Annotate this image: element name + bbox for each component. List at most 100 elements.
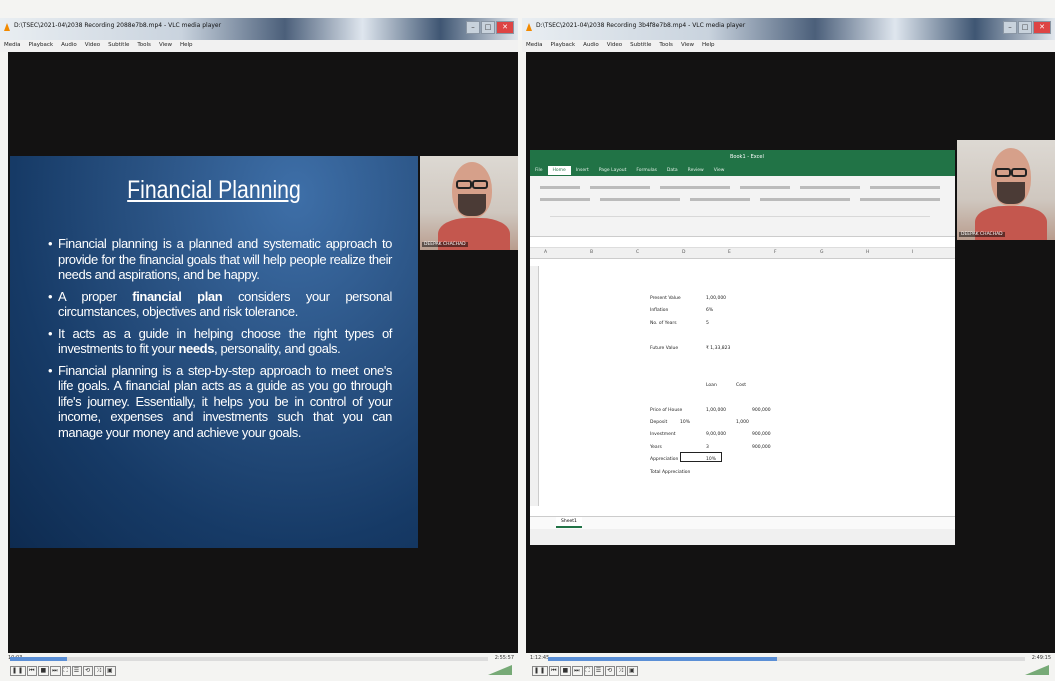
excel-tab-review[interactable]: Review — [683, 166, 709, 175]
excel-cell[interactable]: 10% — [706, 457, 716, 462]
right-seek-bar[interactable] — [548, 657, 1025, 661]
right-window-controls: – □ ✕ — [1003, 21, 1051, 34]
bullet-bold-text: needs — [178, 341, 215, 356]
volume-icon[interactable] — [488, 665, 512, 675]
excel-formula-bar[interactable] — [530, 237, 955, 248]
excel-cell[interactable]: Present Value — [650, 296, 681, 301]
fullscreen-icon[interactable]: ⛶ — [583, 666, 593, 676]
excel-cell[interactable]: 900,000 — [752, 408, 771, 413]
excel-cell[interactable]: Investment — [650, 432, 676, 437]
slide-bullet: Financial planning is a step-by-step app… — [48, 363, 392, 441]
bullet-bold-text: financial plan — [132, 288, 223, 304]
excel-cell[interactable]: No. of Years — [650, 321, 677, 326]
excel-tab-data[interactable]: Data — [662, 166, 683, 175]
right-time-total: 2:49:15 — [1031, 655, 1051, 661]
slide-title: Financial Planning — [127, 176, 301, 204]
slide-bullet: It acts as a guide in helping choose the… — [48, 326, 392, 357]
excel-cell[interactable]: Inflation — [650, 308, 668, 313]
excel-sheet-tab[interactable]: Sheet1 — [556, 517, 582, 528]
menu-subtitle[interactable]: Subtitle — [626, 40, 655, 48]
left-window-title: D:\TSEC\2021-04\2038 Recording 2088e7b8.… — [14, 22, 222, 29]
excel-title: Book1 - Excel — [730, 154, 764, 160]
menu-media[interactable]: Media — [0, 40, 25, 48]
excel-cell[interactable]: 900,000 — [752, 445, 771, 450]
excel-tab-home[interactable]: Home — [547, 166, 571, 175]
frame-icon[interactable]: ▣ — [104, 666, 116, 676]
menu-video[interactable]: Video — [603, 40, 626, 48]
excel-cell[interactable]: 5 — [706, 321, 709, 326]
prev-icon[interactable]: ⏮ — [549, 666, 560, 676]
presenter-webcam-left: DEEPAK CHACHAD — [420, 156, 518, 250]
menu-view[interactable]: View — [677, 40, 698, 48]
playlist-icon[interactable]: ☰ — [71, 666, 83, 676]
left-playback-buttons: ❚❚ ⏮ ■ ⏭ ⛶ ☰ ⟲ ⤨ ▣ — [10, 665, 117, 676]
maximize-icon[interactable]: □ — [481, 21, 495, 34]
menu-audio[interactable]: Audio — [57, 40, 81, 48]
excel-grid[interactable]: Present Value 1,00,000 Inflation 6% No. of Y… — [530, 266, 955, 506]
maximize-icon[interactable]: □ — [1018, 21, 1032, 34]
excel-cell[interactable]: 3 — [706, 445, 709, 450]
excel-cell[interactable]: Future Value — [650, 346, 678, 351]
menu-help[interactable]: Help — [698, 40, 719, 48]
stop-icon[interactable]: ■ — [38, 666, 50, 676]
excel-tab-insert[interactable]: Insert — [571, 166, 594, 175]
fullscreen-icon[interactable]: ⛶ — [61, 666, 71, 676]
right-window-title: D:\TSEC\2021-04\2038 Recording 3b4f8e7b8… — [536, 22, 746, 29]
excel-row-headers — [530, 266, 539, 506]
webcam-name-label: DEEPAK CHACHAD — [422, 242, 468, 247]
excel-cell[interactable]: Total Appreciation — [650, 470, 690, 475]
menu-tools[interactable]: Tools — [133, 40, 155, 48]
menu-video[interactable]: Video — [81, 40, 104, 48]
close-icon[interactable]: ✕ — [496, 21, 514, 34]
pause-icon[interactable]: ❚❚ — [10, 666, 27, 676]
excel-cell[interactable]: Loan — [706, 383, 717, 388]
excel-tab-formulas[interactable]: Formulas — [631, 166, 662, 175]
excel-cell[interactable]: Cost — [736, 383, 746, 388]
prev-icon[interactable]: ⏮ — [27, 666, 38, 676]
excel-cell[interactable]: ₹ 1,33,823 — [706, 346, 730, 351]
menu-playback[interactable]: Playback — [25, 40, 58, 48]
excel-cell[interactable]: 1,00,000 — [706, 408, 726, 413]
pause-icon[interactable]: ❚❚ — [532, 666, 549, 676]
bullet-text: , personality, and goals. — [214, 341, 341, 356]
excel-cell[interactable]: Appreciation — [650, 457, 678, 462]
shuffle-icon[interactable]: ⤨ — [616, 666, 626, 676]
next-icon[interactable]: ⏭ — [572, 666, 583, 676]
excel-cell[interactable]: Deposit — [650, 420, 667, 425]
loop-icon[interactable]: ⟲ — [605, 666, 616, 676]
menu-help[interactable]: Help — [176, 40, 197, 48]
menu-playback[interactable]: Playback — [547, 40, 580, 48]
excel-cell[interactable]: 1,00,000 — [706, 296, 726, 301]
close-icon[interactable]: ✕ — [1033, 21, 1051, 34]
excel-cell[interactable]: 9,00,000 — [706, 432, 726, 437]
shuffle-icon[interactable]: ⤨ — [94, 666, 104, 676]
excel-cell[interactable]: Price of House — [650, 408, 682, 413]
excel-cell[interactable]: 10% — [680, 420, 690, 425]
left-menu-bar: Media Playback Audio Video Subtitle Tools View… — [0, 40, 518, 52]
minimize-icon[interactable]: – — [466, 21, 480, 34]
left-seek-bar[interactable] — [10, 657, 488, 661]
frame-icon[interactable]: ▣ — [626, 666, 638, 676]
excel-cell[interactable]: 1,000 — [736, 420, 749, 425]
excel-cell[interactable]: 900,000 — [752, 432, 771, 437]
excel-tab-page-layout[interactable]: Page Layout — [594, 166, 632, 175]
excel-tab-file[interactable]: File — [530, 166, 548, 175]
left-time-total: 2:55:57 — [494, 655, 514, 661]
excel-cell[interactable]: 6% — [706, 308, 713, 313]
playlist-icon[interactable]: ☰ — [593, 666, 605, 676]
next-icon[interactable]: ⏭ — [50, 666, 61, 676]
vlc-cone-icon — [4, 23, 10, 31]
menu-media[interactable]: Media — [522, 40, 547, 48]
volume-icon[interactable] — [1025, 665, 1049, 675]
stop-icon[interactable]: ■ — [560, 666, 572, 676]
slide-bullet: Financial planning is a planned and syst… — [48, 236, 392, 283]
excel-ribbon — [530, 176, 955, 237]
minimize-icon[interactable]: – — [1003, 21, 1017, 34]
excel-cell[interactable]: Years — [650, 445, 662, 450]
menu-audio[interactable]: Audio — [579, 40, 603, 48]
excel-tab-view[interactable]: View — [709, 166, 730, 175]
menu-view[interactable]: View — [155, 40, 176, 48]
menu-tools[interactable]: Tools — [655, 40, 677, 48]
menu-subtitle[interactable]: Subtitle — [104, 40, 133, 48]
loop-icon[interactable]: ⟲ — [83, 666, 94, 676]
